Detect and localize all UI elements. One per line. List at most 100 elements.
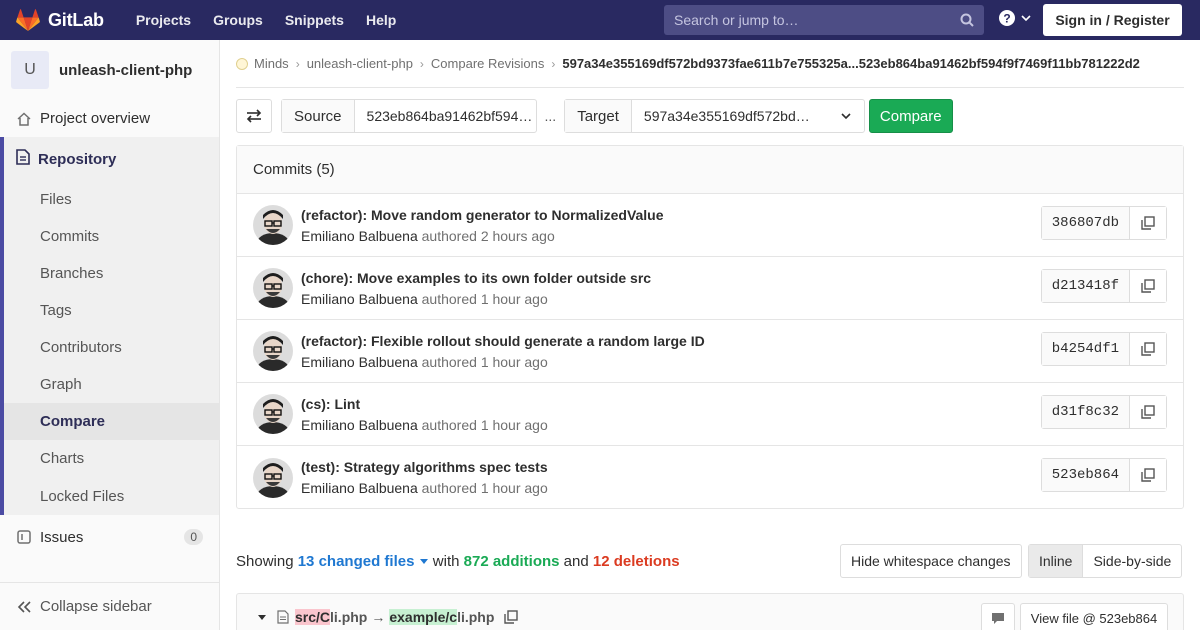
commit-title[interactable]: (cs): Lint xyxy=(301,396,548,412)
commits-list: Commits (5) (refactor): Move random gene… xyxy=(236,145,1184,509)
commit-title[interactable]: (test): Strategy algorithms spec tests xyxy=(301,459,548,475)
author-avatar[interactable] xyxy=(253,268,293,308)
issues-icon xyxy=(16,529,32,545)
commit-sha[interactable]: 523eb864 xyxy=(1041,459,1130,491)
commit-author[interactable]: Emiliano Balbuena xyxy=(301,228,418,244)
commit-sha-group: 386807db xyxy=(1040,206,1167,240)
sidebar-repository-section: Repository Files Commits Branches Tags C… xyxy=(0,137,219,515)
sidebar-item-files[interactable]: Files xyxy=(4,181,219,218)
compare-button[interactable]: Compare xyxy=(868,99,953,133)
commit-author[interactable]: Emiliano Balbuena xyxy=(301,354,418,370)
side-by-side-view-button[interactable]: Side-by-side xyxy=(1083,545,1181,577)
commit-title[interactable]: (refactor): Move random generator to Nor… xyxy=(301,207,664,223)
source-revision-dropdown[interactable]: 523eb864ba91462bf594… xyxy=(355,100,536,132)
commit-title[interactable]: (chore): Move examples to its own folder… xyxy=(301,270,651,286)
sidebar-item-project-overview[interactable]: Project overview xyxy=(0,100,219,137)
swap-icon xyxy=(246,109,262,123)
copy-sha-button[interactable] xyxy=(1130,333,1166,365)
commit-author[interactable]: Emiliano Balbuena xyxy=(301,417,418,433)
target-revision-value: 597a34e355169df572bd… xyxy=(643,108,810,124)
copy-icon xyxy=(1141,405,1155,419)
breadcrumb-item-group[interactable]: Minds xyxy=(236,56,289,71)
target-revision-dropdown[interactable]: 597a34e355169df572bd… xyxy=(632,100,864,132)
commit-meta: Emiliano Balbuena authored 1 hour ago xyxy=(301,291,651,307)
revision-separator: ... xyxy=(544,108,557,124)
copy-sha-button[interactable] xyxy=(1130,396,1166,428)
new-path-suffix: li.php xyxy=(457,609,495,625)
view-file-button[interactable]: View file @ 523eb864 xyxy=(1020,603,1168,630)
and-label: and xyxy=(563,552,589,570)
breadcrumb-current[interactable]: 597a34e355169df572bd9373fae611b7e755325a… xyxy=(562,56,1140,71)
commit-author[interactable]: Emiliano Balbuena xyxy=(301,480,418,496)
sidebar-item-compare[interactable]: Compare xyxy=(4,403,219,440)
copy-icon[interactable] xyxy=(504,610,519,624)
sidebar-item-locked-files[interactable]: Locked Files xyxy=(4,477,219,515)
sidebar-item-tags[interactable]: Tags xyxy=(4,292,219,329)
commit-author[interactable]: Emiliano Balbuena xyxy=(301,291,418,307)
commit-sha-group: d31f8c32 xyxy=(1040,395,1167,429)
changed-files-dropdown[interactable]: 13 changed files xyxy=(298,553,429,570)
issues-count-badge: 0 xyxy=(184,529,203,545)
author-avatar[interactable] xyxy=(253,205,293,245)
commit-title[interactable]: (refactor): Flexible rollout should gene… xyxy=(301,333,705,349)
sidebar-item-contributors[interactable]: Contributors xyxy=(4,329,219,366)
commit-sha[interactable]: b4254df1 xyxy=(1041,333,1130,365)
diff-summary-bar: Showing 13 changed files with 872 additi… xyxy=(236,544,1184,578)
author-avatar[interactable] xyxy=(253,331,293,371)
sidebar-item-branches[interactable]: Branches xyxy=(4,255,219,292)
caret-down-icon xyxy=(419,558,428,564)
nav-link-projects[interactable]: Projects xyxy=(128,0,199,40)
commit-row: (refactor): Flexible rollout should gene… xyxy=(237,320,1183,383)
copy-sha-button[interactable] xyxy=(1130,270,1166,302)
swap-revisions-button[interactable] xyxy=(236,99,272,133)
sidebar-item-commits[interactable]: Commits xyxy=(4,218,219,255)
commit-sha[interactable]: d213418f xyxy=(1041,270,1130,302)
nav-link-groups[interactable]: Groups xyxy=(205,0,271,40)
collapse-sidebar-button[interactable]: Collapse sidebar xyxy=(0,582,219,630)
sidebar-item-label: Repository xyxy=(38,150,117,168)
file-path[interactable]: src/C li.php → example/c li.php xyxy=(295,609,494,625)
commit-sha-group: d213418f xyxy=(1040,269,1167,303)
hide-whitespace-button[interactable]: Hide whitespace changes xyxy=(840,544,1022,578)
authored-label: authored xyxy=(421,227,477,244)
breadcrumb-item-compare[interactable]: Compare Revisions xyxy=(431,56,544,71)
sidebar-item-label: Issues xyxy=(40,528,84,546)
chevron-right-icon: › xyxy=(419,56,424,71)
signin-register-button[interactable]: Sign in / Register xyxy=(1043,4,1182,36)
sidebar-item-charts[interactable]: Charts xyxy=(4,440,219,477)
commit-time: 1 hour ago xyxy=(480,290,548,307)
search-box xyxy=(664,5,984,35)
question-icon: ? xyxy=(999,10,1015,26)
search-icon[interactable] xyxy=(960,13,974,27)
sidebar-item-graph[interactable]: Graph xyxy=(4,366,219,403)
commit-sha[interactable]: d31f8c32 xyxy=(1041,396,1130,428)
copy-sha-button[interactable] xyxy=(1130,207,1166,239)
commit-sha[interactable]: 386807db xyxy=(1041,207,1130,239)
svg-text:?: ? xyxy=(1003,12,1010,26)
authored-label: authored xyxy=(421,353,477,370)
breadcrumb-item-project[interactable]: unleash-client-php xyxy=(307,56,413,71)
commit-info: (chore): Move examples to its own folder… xyxy=(301,270,651,307)
project-header[interactable]: U unleash-client-php xyxy=(0,40,219,100)
chevron-right-icon: › xyxy=(295,56,300,71)
diff-file-header: src/C li.php → example/c li.php View file … xyxy=(236,593,1184,630)
gitlab-logo[interactable]: GitLab xyxy=(16,0,104,40)
source-revision-group: Source 523eb864ba91462bf594… xyxy=(281,99,537,133)
nav-link-snippets[interactable]: Snippets xyxy=(277,0,352,40)
sidebar-item-repository[interactable]: Repository xyxy=(4,137,219,181)
author-avatar[interactable] xyxy=(253,394,293,434)
source-label: Source xyxy=(282,100,355,132)
inline-view-button[interactable]: Inline xyxy=(1029,545,1084,577)
caret-down-icon[interactable] xyxy=(257,612,267,622)
nav-link-help[interactable]: Help xyxy=(358,0,404,40)
sidebar-item-issues[interactable]: Issues 0 xyxy=(0,515,219,559)
top-navbar: GitLab Projects Groups Snippets Help ? S… xyxy=(0,0,1200,40)
toggle-comments-button[interactable] xyxy=(981,603,1015,630)
showing-label: Showing xyxy=(236,552,294,570)
commit-time: 1 hour ago xyxy=(480,480,548,496)
search-input[interactable] xyxy=(674,12,960,28)
commit-time: 1 hour ago xyxy=(480,353,548,370)
author-avatar[interactable] xyxy=(253,457,293,498)
copy-sha-button[interactable] xyxy=(1130,459,1166,491)
help-dropdown[interactable]: ? xyxy=(998,9,1032,27)
